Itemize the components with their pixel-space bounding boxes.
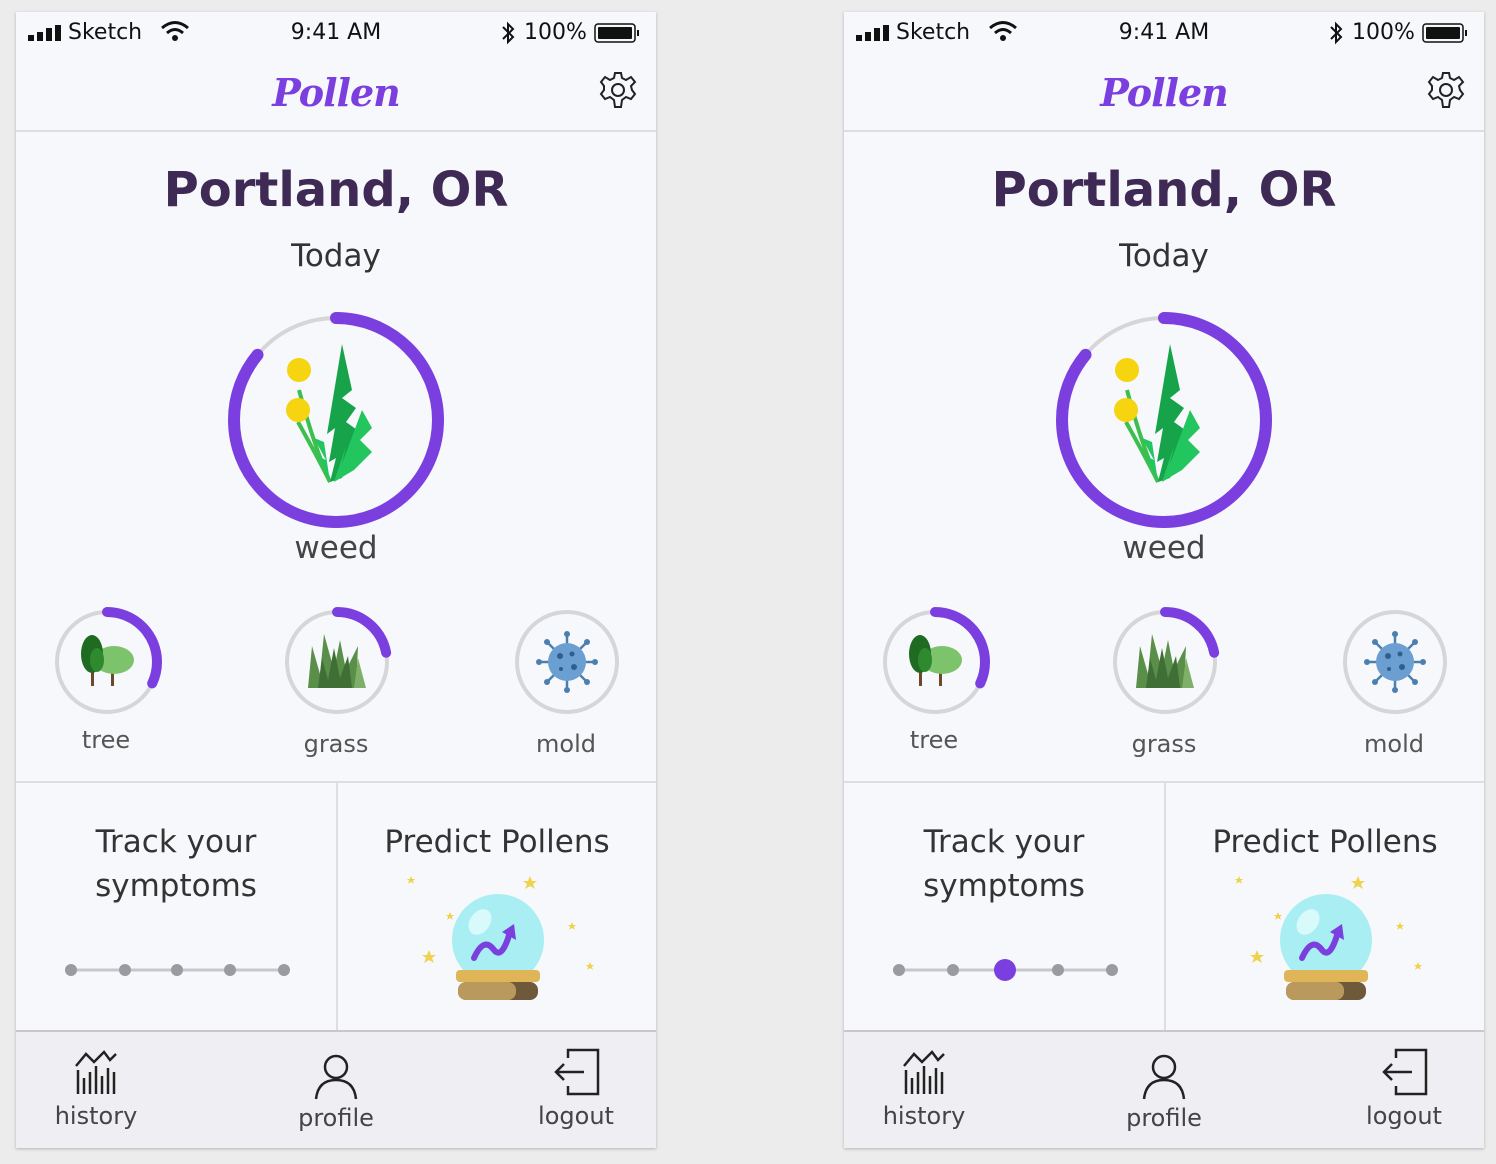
grass-label: grass bbox=[1131, 730, 1197, 758]
location-title: Portland, OR bbox=[991, 162, 1337, 218]
mold-gauge[interactable] bbox=[508, 600, 628, 720]
track-title-line1: Track your bbox=[95, 824, 257, 860]
weed-icon bbox=[286, 344, 372, 483]
tree-icon bbox=[81, 635, 134, 686]
day-label: Today bbox=[291, 238, 381, 274]
phone-screen-right: Sketch 9:41 AM 100% Pollen Portland, OR … bbox=[844, 12, 1484, 1148]
grass-icon bbox=[308, 634, 366, 688]
virus-icon bbox=[1364, 631, 1426, 693]
tree-label: tree bbox=[909, 726, 959, 754]
predict-pollens-card[interactable]: Predict Pollens bbox=[1166, 820, 1484, 864]
person-icon bbox=[314, 1054, 358, 1100]
tree-gauge[interactable] bbox=[48, 600, 168, 720]
main-pollen-label: weed bbox=[1122, 530, 1206, 566]
crystal-ball-icon bbox=[1234, 876, 1423, 1000]
weed-gauge[interactable] bbox=[222, 306, 450, 534]
status-bar: Sketch 9:41 AM 100% bbox=[16, 12, 656, 56]
nav-bar: Pollen bbox=[844, 56, 1484, 132]
tab-bar: history profile logout bbox=[16, 1030, 656, 1148]
tab-logout[interactable]: logout bbox=[496, 1032, 656, 1148]
tab-history-label: history bbox=[882, 1102, 966, 1130]
battery-icon bbox=[594, 23, 639, 43]
track-symptoms-card[interactable]: Track your symptoms bbox=[16, 820, 336, 908]
logout-icon bbox=[554, 1048, 600, 1096]
bluetooth-icon bbox=[502, 21, 515, 45]
tree-label: tree bbox=[81, 726, 131, 754]
track-title-line2: symptoms bbox=[95, 868, 257, 904]
nav-bar: Pollen bbox=[16, 56, 656, 132]
chart-icon bbox=[75, 1050, 117, 1094]
tab-history-label: history bbox=[54, 1102, 138, 1130]
virus-icon bbox=[536, 631, 598, 693]
main-pollen-label: weed bbox=[294, 530, 378, 566]
tab-profile-label: profile bbox=[1126, 1104, 1202, 1132]
logout-icon bbox=[1382, 1048, 1428, 1096]
grass-label: grass bbox=[303, 730, 369, 758]
status-bar: Sketch 9:41 AM 100% bbox=[844, 12, 1484, 56]
day-label: Today bbox=[1119, 238, 1209, 274]
battery-percent: 100% bbox=[1352, 20, 1415, 45]
weed-icon bbox=[1114, 344, 1200, 483]
app-logo: Pollen bbox=[1100, 70, 1229, 115]
tab-logout[interactable]: logout bbox=[1324, 1032, 1484, 1148]
gear-icon[interactable] bbox=[598, 70, 638, 110]
person-icon bbox=[1142, 1054, 1186, 1100]
phone-screen-left: Sketch 9:41 AM 100% Pollen Portland, OR … bbox=[16, 12, 656, 1148]
tree-gauge[interactable] bbox=[876, 600, 996, 720]
track-title-line1: Track your bbox=[923, 824, 1085, 860]
symptom-slider[interactable] bbox=[56, 952, 304, 988]
battery-percent: 100% bbox=[524, 20, 587, 45]
tab-profile-label: profile bbox=[298, 1104, 374, 1132]
mold-label: mold bbox=[1364, 730, 1424, 758]
tab-history[interactable]: history bbox=[16, 1032, 176, 1148]
track-title-line2: symptoms bbox=[923, 868, 1085, 904]
tab-logout-label: logout bbox=[538, 1102, 614, 1130]
bluetooth-icon bbox=[1330, 21, 1343, 45]
chart-icon bbox=[903, 1050, 945, 1094]
location-title: Portland, OR bbox=[163, 162, 509, 218]
gear-icon[interactable] bbox=[1426, 70, 1466, 110]
mold-gauge[interactable] bbox=[1336, 600, 1456, 720]
grass-gauge[interactable] bbox=[278, 600, 398, 720]
crystal-ball-icon bbox=[406, 876, 595, 1000]
tab-bar: history profile logout bbox=[844, 1030, 1484, 1148]
tree-icon bbox=[909, 635, 962, 686]
track-symptoms-card[interactable]: Track your symptoms bbox=[844, 820, 1164, 908]
grass-icon bbox=[1136, 634, 1194, 688]
predict-pollens-card[interactable]: Predict Pollens bbox=[338, 820, 656, 864]
tab-profile[interactable]: profile bbox=[1084, 1032, 1244, 1148]
weed-gauge[interactable] bbox=[1050, 306, 1278, 534]
app-logo: Pollen bbox=[272, 70, 401, 115]
tab-history[interactable]: history bbox=[844, 1032, 1004, 1148]
tab-profile[interactable]: profile bbox=[256, 1032, 416, 1148]
grass-gauge[interactable] bbox=[1106, 600, 1226, 720]
mold-label: mold bbox=[536, 730, 596, 758]
symptom-slider[interactable] bbox=[884, 952, 1132, 988]
battery-icon bbox=[1422, 23, 1467, 43]
tab-logout-label: logout bbox=[1366, 1102, 1442, 1130]
